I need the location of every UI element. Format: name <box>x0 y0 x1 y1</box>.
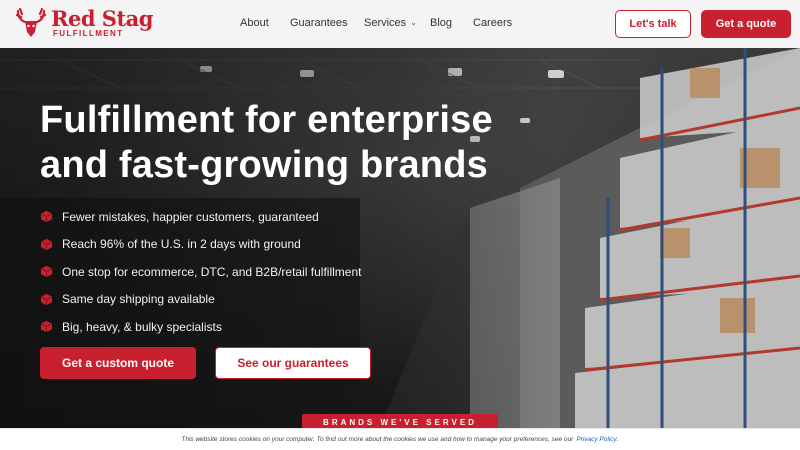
see-guarantees-button[interactable]: See our guarantees <box>215 347 371 379</box>
nav-blog[interactable]: Blog <box>430 17 452 29</box>
hero-headline-line2: and fast-growing brands <box>40 144 488 186</box>
cube-icon <box>40 293 53 305</box>
hero-headline: Fulfillment for enterprise and fast-grow… <box>40 98 600 188</box>
hero-section: Fulfillment for enterprise and fast-grow… <box>0 48 800 428</box>
feature-text: Big, heavy, & bulky specialists <box>62 319 222 334</box>
cookie-text: This website stores cookies on your comp… <box>181 436 574 443</box>
custom-quote-button[interactable]: Get a custom quote <box>40 347 196 379</box>
list-item: Reach 96% of the U.S. in 2 days with gro… <box>40 231 361 259</box>
nav-services[interactable]: Services ⌄ <box>364 17 417 29</box>
logo[interactable]: Red Stag FULFILLMENT <box>14 6 153 40</box>
lets-talk-button[interactable]: Let's talk <box>615 10 691 38</box>
chevron-down-icon: ⌄ <box>410 18 417 27</box>
cube-icon <box>40 321 53 333</box>
cube-icon <box>40 266 53 278</box>
privacy-policy-link[interactable]: Privacy Policy <box>576 436 616 443</box>
nav-guarantees[interactable]: Guarantees <box>290 17 347 29</box>
cube-icon <box>40 238 53 250</box>
list-item: Big, heavy, & bulky specialists <box>40 313 361 341</box>
list-item: One stop for ecommerce, DTC, and B2B/ret… <box>40 258 361 286</box>
list-item: Fewer mistakes, happier customers, guara… <box>40 203 361 231</box>
cookie-end: . <box>616 436 619 443</box>
cookie-banner: This website stores cookies on your comp… <box>0 428 800 450</box>
feature-text: Same day shipping available <box>62 292 215 307</box>
list-item: Same day shipping available <box>40 286 361 314</box>
logo-subtitle: FULFILLMENT <box>53 29 124 38</box>
feature-text: Fewer mistakes, happier customers, guara… <box>62 209 319 224</box>
cube-icon <box>40 211 53 223</box>
brands-served-tag: BRANDS WE'VE SERVED <box>302 414 498 428</box>
nav-careers[interactable]: Careers <box>473 17 512 29</box>
logo-name: Red Stag <box>51 6 153 31</box>
nav-services-label: Services <box>364 17 407 29</box>
feature-text: One stop for ecommerce, DTC, and B2B/ret… <box>62 264 362 279</box>
hero-headline-line1: Fulfillment for enterprise <box>40 99 493 141</box>
feature-text: Reach 96% of the U.S. in 2 days with gro… <box>62 237 301 252</box>
nav-about[interactable]: About <box>240 17 269 29</box>
feature-list: Fewer mistakes, happier customers, guara… <box>40 203 361 341</box>
stag-head-icon <box>15 7 47 37</box>
get-quote-button[interactable]: Get a quote <box>701 10 791 38</box>
site-header: Red Stag FULFILLMENT About Guarantees Se… <box>0 0 800 48</box>
